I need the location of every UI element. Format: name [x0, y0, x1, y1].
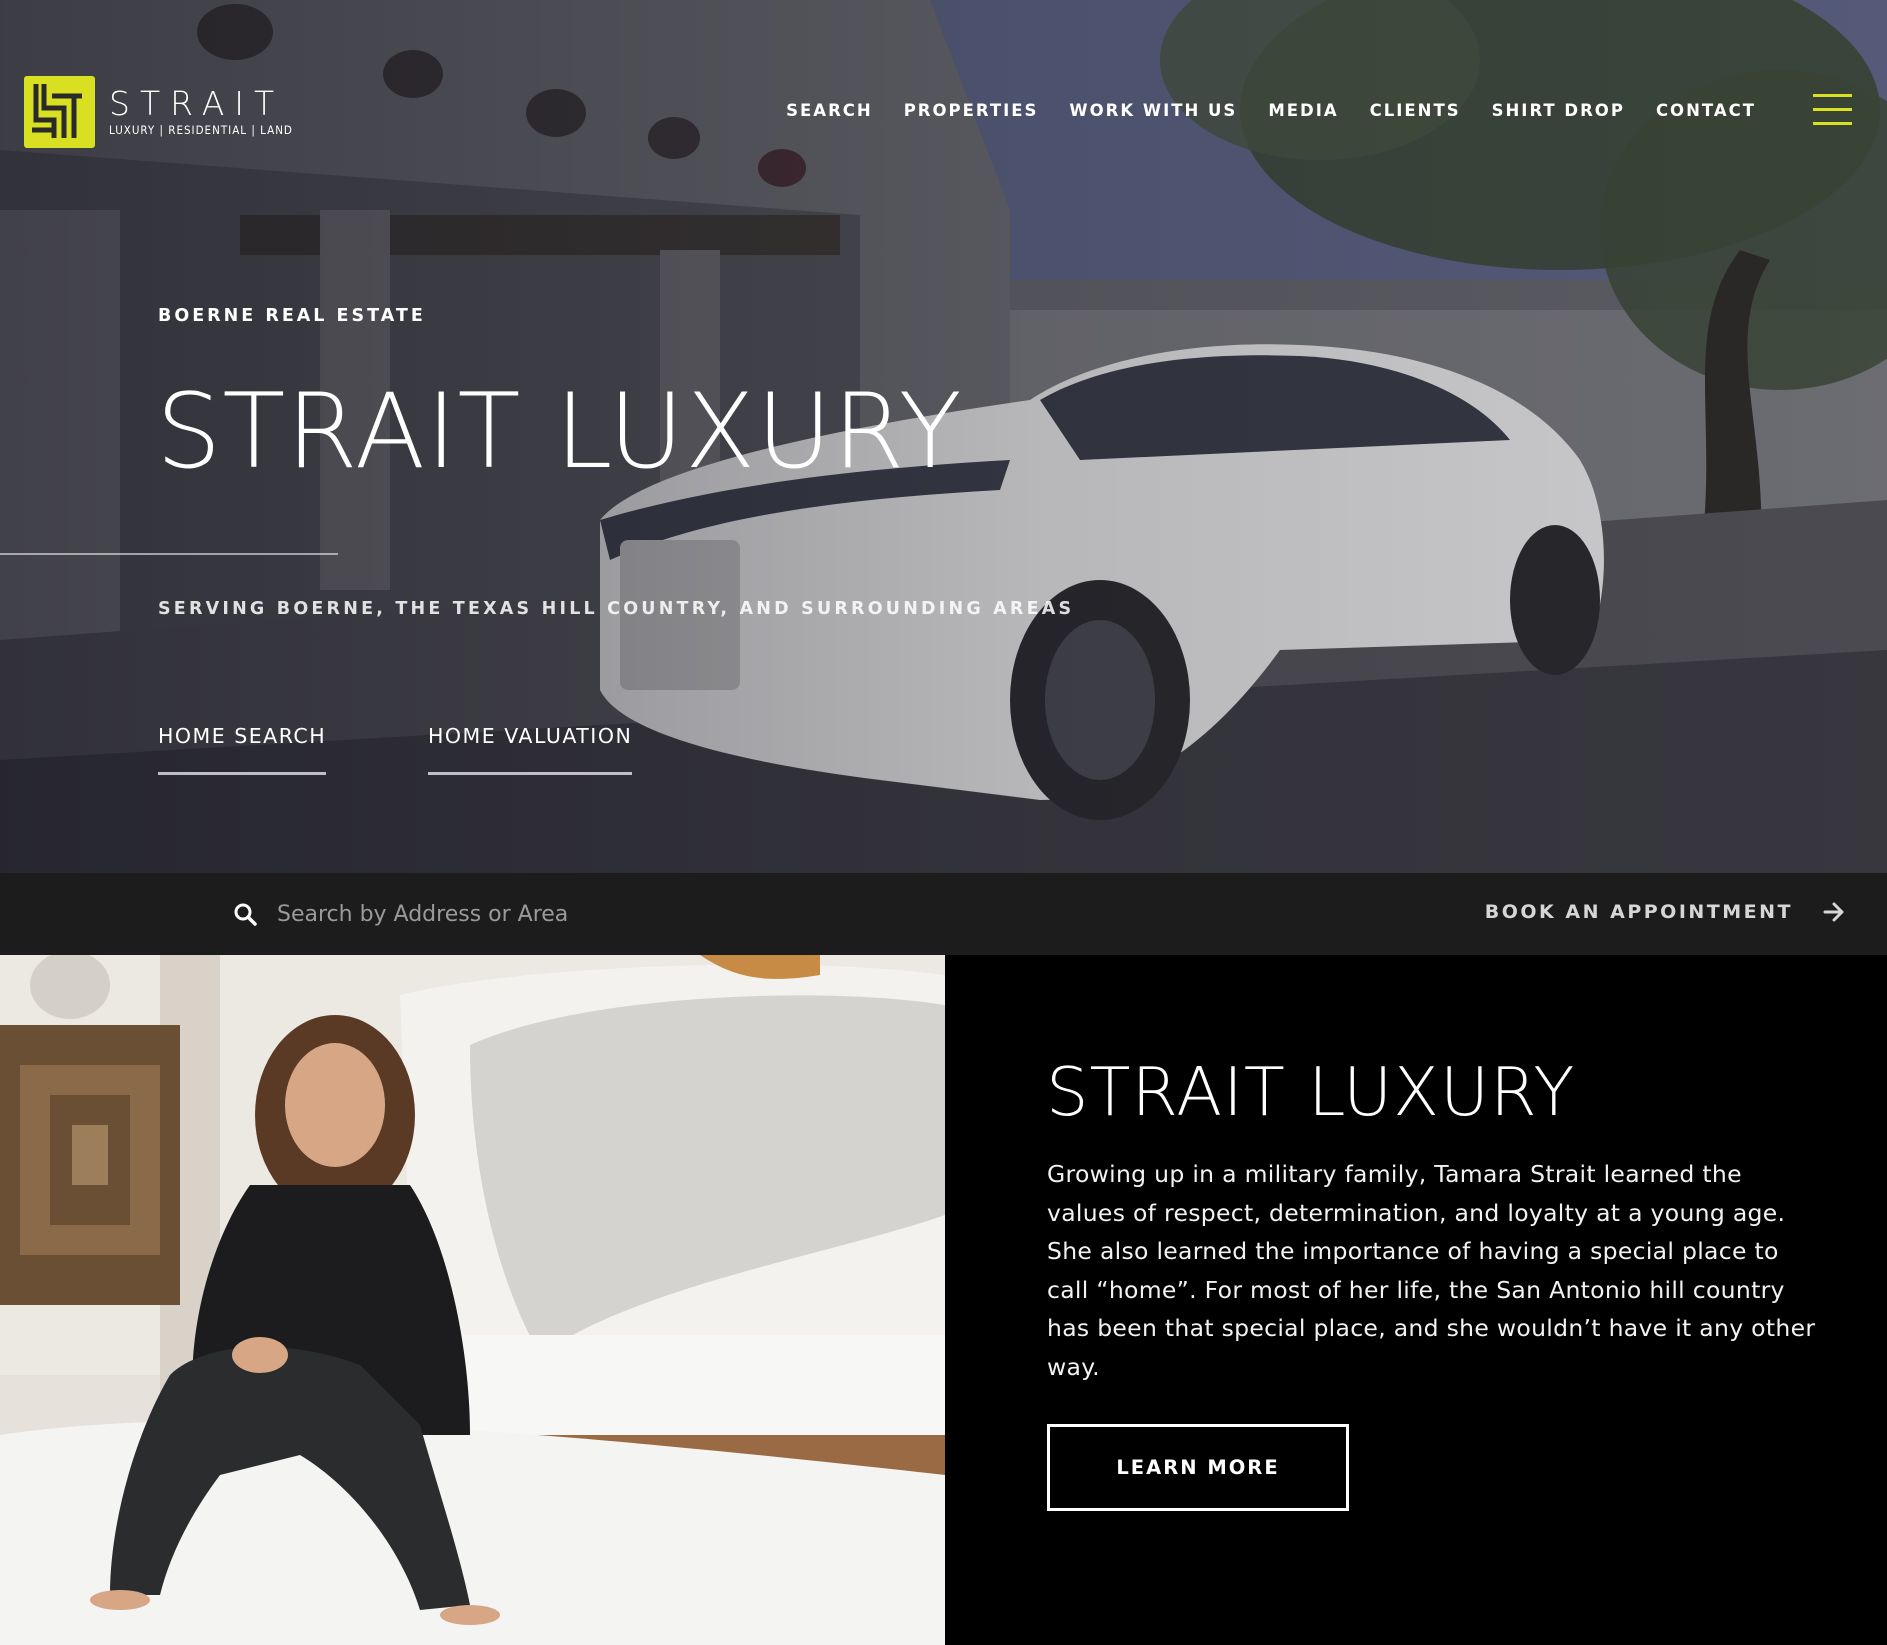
search-bar: BOOK AN APPOINTMENT [0, 873, 1887, 955]
nav-item-clients[interactable]: CLIENTS [1370, 101, 1461, 120]
nav-item-media[interactable]: MEDIA [1268, 101, 1338, 120]
hamburger-menu-icon[interactable] [1813, 94, 1852, 126]
nav-item-contact[interactable]: CONTACT [1656, 101, 1756, 120]
about-body: Growing up in a military family, Tamara … [1047, 1160, 1816, 1381]
nav-item-work-with-us[interactable]: WORK WITH US [1069, 101, 1237, 120]
nav-item-properties[interactable]: PROPERTIES [904, 101, 1039, 120]
hero-divider [0, 553, 338, 555]
hero-section: STRAIT LUXURY | RESIDENTIAL | LAND SEARC… [0, 0, 1887, 873]
logo-mark-icon [24, 76, 95, 148]
about-panel: STRAIT LUXURY Growing up in a military f… [945, 955, 1887, 1645]
home-valuation-link[interactable]: HOME VALUATION [428, 724, 633, 775]
main-nav: SEARCH PROPERTIES WORK WITH US MEDIA CLI… [755, 101, 1756, 120]
hero-title: STRAIT LUXURY [156, 372, 963, 492]
book-appointment-label: BOOK AN APPOINTMENT [1484, 901, 1793, 923]
search-icon[interactable] [233, 902, 257, 926]
about-title: STRAIT LUXURY [1046, 1053, 1576, 1131]
hero-tagline: SERVING BOERNE, THE TEXAS HILL COUNTRY, … [158, 599, 1075, 619]
brand-logo[interactable]: STRAIT LUXURY | RESIDENTIAL | LAND [24, 76, 293, 148]
search-input[interactable] [277, 895, 977, 933]
logo-tagline: LUXURY | RESIDENTIAL | LAND [109, 123, 293, 137]
hero-eyebrow: BOERNE REAL ESTATE [158, 306, 426, 326]
nav-item-search[interactable]: SEARCH [786, 101, 873, 120]
logo-text: STRAIT LUXURY | RESIDENTIAL | LAND [109, 84, 293, 138]
nav-item-shirt-drop[interactable]: SHIRT DROP [1492, 101, 1625, 120]
logo-wordmark: STRAIT [109, 84, 285, 123]
agent-photo-art [0, 955, 945, 1645]
arrow-right-icon [1823, 902, 1844, 922]
agent-photo [0, 955, 945, 1645]
learn-more-button[interactable]: LEARN MORE [1047, 1424, 1349, 1511]
book-appointment-button[interactable]: BOOK AN APPOINTMENT [1485, 901, 1845, 923]
home-search-link[interactable]: HOME SEARCH [158, 724, 327, 775]
